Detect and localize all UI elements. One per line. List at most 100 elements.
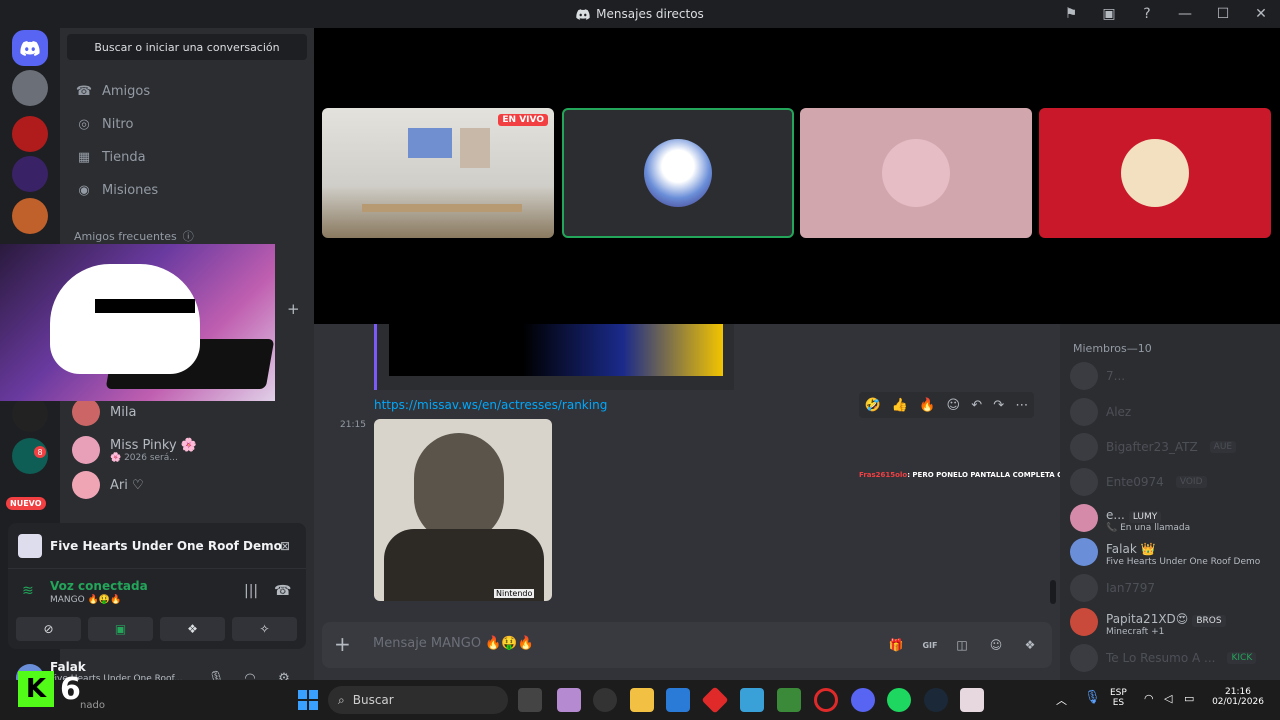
nav-friends[interactable]: ☎ Amigos — [68, 76, 306, 106]
message-image[interactable]: Nintendo — [374, 419, 552, 601]
member-item[interactable]: Alez — [1070, 396, 1275, 428]
volume-icon[interactable]: ◁ — [1164, 692, 1172, 705]
steam-icon[interactable] — [924, 688, 948, 712]
spotify-icon[interactable] — [887, 688, 911, 712]
taskbar-search[interactable]: ⌕ Buscar — [328, 686, 508, 714]
language-indicator[interactable]: ESP ES — [1110, 688, 1127, 708]
sticker-icon[interactable]: ◫ — [952, 635, 972, 655]
maximize-button[interactable]: ☐ — [1204, 0, 1242, 28]
task-view-icon[interactable] — [518, 688, 542, 712]
title-controls: ⚑ ▣ ? — ☐ ✕ — [1052, 0, 1280, 28]
app-icon[interactable] — [593, 688, 617, 712]
more-icon[interactable]: ⋯ — [1015, 398, 1028, 413]
kick-logo: K — [18, 671, 54, 707]
main-area: EN VIVO https://missav.ws/en/actresses/r… — [314, 28, 1280, 680]
member-item[interactable]: e... LUMY 📞 En una llamada — [1070, 502, 1275, 534]
member-item[interactable]: 7... — [1070, 360, 1275, 392]
fire-reaction-icon[interactable]: 🔥 — [919, 398, 935, 413]
server-icon[interactable] — [12, 396, 48, 432]
start-icon[interactable] — [298, 690, 318, 710]
close-activity-icon[interactable]: ⊠ — [280, 539, 290, 553]
avatar — [1070, 574, 1098, 602]
laugh-reaction-icon[interactable]: 🤣 — [865, 398, 881, 413]
voice-status[interactable]: Voz conectada — [50, 579, 148, 593]
flag-icon[interactable]: ⚑ — [1052, 0, 1090, 28]
nav-nitro[interactable]: ◎ Nitro — [68, 109, 306, 139]
avatar — [72, 398, 100, 426]
inbox-icon[interactable]: ▣ — [1090, 0, 1128, 28]
add-reaction-icon[interactable]: ☺ — [947, 398, 961, 413]
apps-icon[interactable]: ❖ — [1020, 635, 1040, 655]
battery-icon[interactable]: ▭ — [1184, 692, 1194, 705]
soundboard-button[interactable]: ✧ — [232, 617, 297, 641]
scrollbar[interactable] — [1050, 580, 1056, 604]
reply-icon[interactable]: ↶ — [971, 398, 982, 413]
stream-tile[interactable] — [1039, 108, 1271, 238]
message-input[interactable]: Mensaje MANGO 🔥🤑🔥 — [373, 636, 534, 651]
help-icon[interactable]: ? — [1128, 0, 1166, 28]
discord-home-icon[interactable] — [12, 30, 48, 66]
voice-channel[interactable]: MANGO 🔥🤑🔥 — [50, 595, 121, 605]
explorer-icon[interactable] — [630, 688, 654, 712]
member-item[interactable]: Bigafter23_ATZ AUE — [1070, 431, 1275, 463]
minecraft-icon[interactable] — [777, 688, 801, 712]
chat-panel: https://missav.ws/en/actresses/ranking 2… — [314, 324, 1122, 680]
gift-icon[interactable]: 🎁 — [886, 635, 906, 655]
member-tag: AUE — [1209, 441, 1237, 453]
member-item[interactable]: Falak 👑 Five Hearts Under One Roof Demo — [1070, 536, 1275, 568]
frequent-friends-title: Amigos frecuentes ⓘ — [74, 228, 194, 244]
message-link[interactable]: https://missav.ws/en/actresses/ranking — [374, 398, 607, 412]
dm-item-miss-pinky[interactable]: Miss Pinky 🌸 🌸 2026 será... — [72, 433, 302, 467]
app-icon[interactable] — [960, 688, 984, 712]
discord-taskbar-icon[interactable] — [851, 688, 875, 712]
tray-chevron-icon[interactable]: ︿ — [1056, 692, 1067, 708]
server-icon[interactable] — [12, 116, 48, 152]
dm-item-ari[interactable]: Ari ♡ — [72, 468, 302, 502]
search-conversation-button[interactable]: Buscar o iniciar una conversación — [67, 34, 307, 60]
room-poster — [460, 128, 490, 168]
create-dm-icon[interactable]: + — [287, 300, 300, 318]
member-item[interactable]: Ian7797 — [1070, 572, 1275, 604]
camera-off-button[interactable]: ⊘ — [16, 617, 81, 641]
stream-tile-speaking[interactable] — [562, 108, 794, 238]
avatar — [1070, 608, 1098, 636]
lang-region: ES — [1112, 698, 1125, 708]
noise-suppression-icon[interactable]: ||| — [244, 583, 258, 599]
member-item[interactable]: Ente0974 VOID — [1070, 466, 1275, 498]
avatar — [1070, 362, 1098, 390]
minimize-button[interactable]: — — [1166, 0, 1204, 28]
store-icon[interactable] — [666, 688, 690, 712]
emoji-icon[interactable]: ☺ — [986, 635, 1006, 655]
app-icon[interactable] — [557, 688, 581, 712]
clock-time: 21:16 — [1225, 687, 1251, 697]
activities-button[interactable]: ❖ — [160, 617, 225, 641]
member-item[interactable]: Papita21XD😍 BROS Minecraft +1 — [1070, 606, 1275, 638]
clock[interactable]: 21:16 02/01/2026 — [1210, 687, 1266, 707]
tray-mic-icon[interactable]: 🎙 — [1084, 690, 1101, 705]
thumbs-up-reaction-icon[interactable]: 👍 — [892, 398, 908, 413]
room-desk — [362, 204, 522, 212]
stream-tile[interactable] — [800, 108, 1032, 238]
message-time: 21:15 — [340, 420, 366, 430]
member-status: Minecraft +1 — [1106, 626, 1165, 637]
app-icon[interactable] — [701, 686, 729, 714]
close-button[interactable]: ✕ — [1242, 0, 1280, 28]
nav-quests[interactable]: ◉ Misiones — [68, 175, 306, 205]
disconnect-icon[interactable]: ☎ — [274, 583, 291, 599]
server-icon[interactable] — [12, 198, 48, 234]
stream-tile-live[interactable]: EN VIVO — [322, 108, 554, 238]
opera-icon[interactable] — [814, 688, 838, 712]
forward-icon[interactable]: ↷ — [993, 398, 1004, 413]
member-item[interactable]: Te Lo Resumo A ... KICK — [1070, 642, 1275, 674]
server-icon[interactable] — [12, 70, 48, 106]
notification-badge: 8 — [34, 446, 46, 458]
nav-shop[interactable]: ▦ Tienda — [68, 142, 306, 172]
game-activity[interactable]: Five Hearts Under One Roof Demo ⊠ — [8, 523, 306, 569]
add-attachment-icon[interactable]: + — [334, 632, 351, 656]
info-icon: ⓘ — [182, 230, 194, 243]
gif-icon[interactable]: GIF — [920, 635, 940, 655]
wifi-icon[interactable]: ◠ — [1144, 692, 1154, 705]
app-icon[interactable] — [740, 688, 764, 712]
screen-share-button[interactable]: ▣ — [88, 617, 153, 641]
server-icon[interactable] — [12, 156, 48, 192]
